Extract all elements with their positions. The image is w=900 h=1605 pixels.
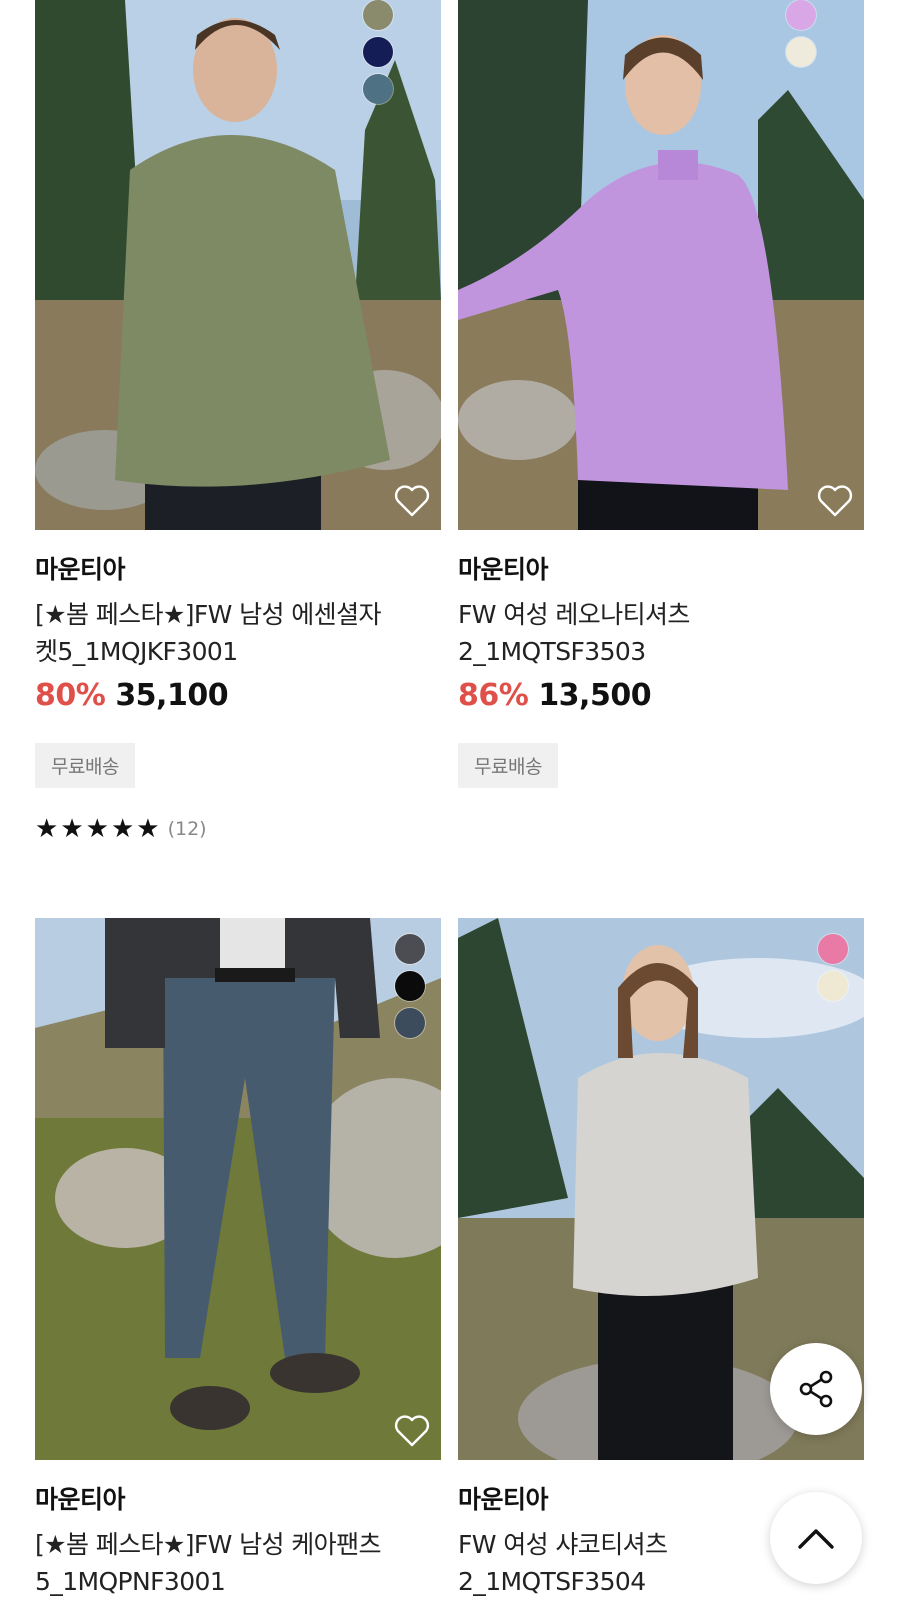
product-name-line1: [★봄 페스타★]FW 남성 케아팬츠 xyxy=(35,1530,381,1559)
star-icon: ★ xyxy=(85,814,109,844)
wishlist-heart-icon[interactable] xyxy=(816,484,854,518)
color-swatches[interactable] xyxy=(395,934,425,1038)
review-count: (12) xyxy=(167,818,207,840)
color-swatch[interactable] xyxy=(363,0,393,30)
color-swatch[interactable] xyxy=(786,0,816,30)
color-swatch[interactable] xyxy=(363,37,393,67)
free-shipping-badge: 무료배송 xyxy=(458,743,558,788)
sale-price: 35,100 xyxy=(115,678,229,713)
scroll-top-button[interactable] xyxy=(770,1492,862,1584)
color-swatches[interactable] xyxy=(363,0,393,104)
product-name-line1: [★봄 페스타★]FW 남성 에센셜자 xyxy=(35,600,381,629)
brand-name: 마운티아 xyxy=(35,1485,126,1514)
share-icon xyxy=(799,1370,833,1408)
product-image[interactable] xyxy=(35,918,441,1460)
product-name-line2: 5_1MQPNF3001 xyxy=(35,1567,226,1596)
product-image[interactable] xyxy=(458,0,864,530)
star-icon: ★ xyxy=(110,814,135,844)
product-name[interactable]: [★봄 페스타★]FW 남성 에센셜자 켓5_1MQJKF3001 xyxy=(35,596,441,670)
product-name-line2: 켓5_1MQJKF3001 xyxy=(35,637,238,666)
color-swatch[interactable] xyxy=(818,934,848,964)
chevron-up-icon xyxy=(798,1529,834,1549)
free-shipping-badge: 무료배송 xyxy=(35,743,135,788)
product-card-2[interactable]: 마운티아 FW 여성 레오나티셔츠 2_1MQTSF3503 86% 13,500… xyxy=(458,0,864,788)
product-name-line2: 2_1MQTSF3503 xyxy=(458,637,646,666)
share-button[interactable] xyxy=(770,1343,862,1435)
product-card-3[interactable]: 마운티아 [★봄 페스타★]FW 남성 케아팬츠 5_1MQPNF3001 xyxy=(35,918,441,1600)
color-swatches[interactable] xyxy=(786,0,816,67)
price-row: 86% 13,500 xyxy=(458,678,864,713)
brand-name: 마운티아 xyxy=(35,555,126,584)
price-row: 80% 35,100 xyxy=(35,678,441,713)
star-icon: ★ xyxy=(136,814,160,844)
product-card-1[interactable]: 마운티아 [★봄 페스타★]FW 남성 에센셜자 켓5_1MQJKF3001 8… xyxy=(35,0,441,842)
color-swatch[interactable] xyxy=(786,37,816,67)
discount-rate: 80% xyxy=(35,678,106,713)
star-icon: ★ xyxy=(60,814,84,844)
color-swatch[interactable] xyxy=(818,971,848,1001)
brand-name: 마운티아 xyxy=(458,555,549,584)
rating: ★ ★ ★ ★ ★ (12) xyxy=(35,816,441,842)
color-swatch[interactable] xyxy=(363,74,393,104)
color-swatches[interactable] xyxy=(818,934,848,1001)
wishlist-heart-icon[interactable] xyxy=(393,484,431,518)
product-photo xyxy=(458,0,864,530)
discount-rate: 86% xyxy=(458,678,529,713)
product-name[interactable]: FW 여성 레오나티셔츠 2_1MQTSF3503 xyxy=(458,596,864,670)
product-name-line1: FW 여성 레오나티셔츠 xyxy=(458,600,690,629)
sale-price: 13,500 xyxy=(538,678,652,713)
color-swatch[interactable] xyxy=(395,1008,425,1038)
star-icon: ★ xyxy=(35,814,59,844)
wishlist-heart-icon[interactable] xyxy=(393,1414,431,1448)
product-name[interactable]: [★봄 페스타★]FW 남성 케아팬츠 5_1MQPNF3001 xyxy=(35,1526,441,1600)
color-swatch[interactable] xyxy=(395,971,425,1001)
product-photo xyxy=(35,918,441,1460)
product-image[interactable] xyxy=(35,0,441,530)
color-swatch[interactable] xyxy=(395,934,425,964)
